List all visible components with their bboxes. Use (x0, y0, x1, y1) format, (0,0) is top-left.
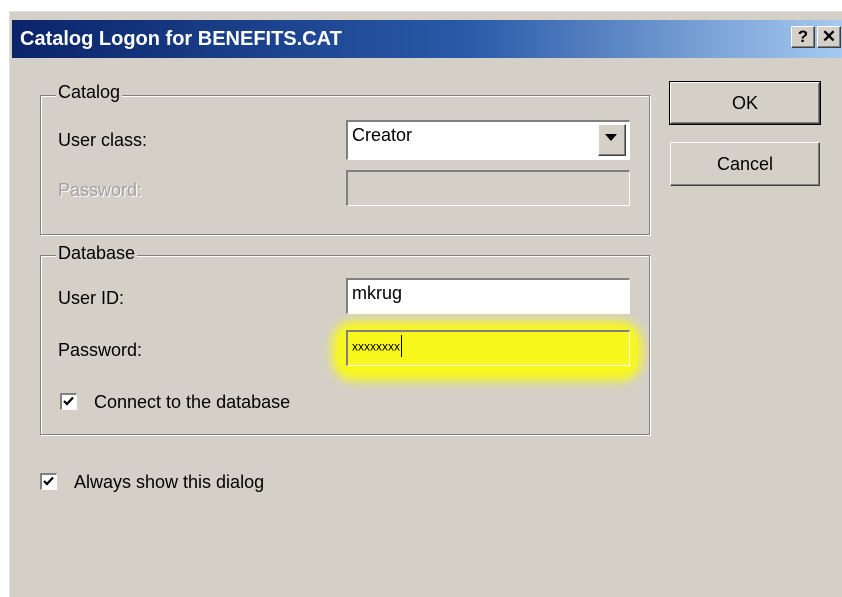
user-id-field[interactable]: mkrug (346, 278, 630, 314)
chevron-down-icon (605, 134, 617, 141)
database-legend: Database (56, 243, 138, 264)
always-show-label[interactable]: Always show this dialog (74, 472, 264, 493)
catalog-group (40, 95, 650, 235)
catalog-password-label: Password: (58, 180, 143, 200)
always-show-checkbox[interactable] (40, 473, 57, 490)
catalog-legend: Catalog (56, 82, 123, 103)
text-caret (401, 335, 402, 358)
connect-label[interactable]: Connect to the database (94, 392, 290, 413)
user-class-select[interactable]: Creator (346, 120, 630, 160)
user-id-label: User ID: (58, 288, 125, 308)
user-class-dropdown-button[interactable] (598, 124, 626, 156)
help-button[interactable]: ? (791, 26, 815, 48)
database-password-field[interactable]: xxxxxxxx (346, 330, 630, 366)
connect-checkbox[interactable] (60, 393, 77, 410)
close-button[interactable]: ✕ (817, 26, 841, 48)
ok-button[interactable]: OK (669, 81, 821, 125)
database-password-label: Password: (58, 340, 143, 360)
close-icon: ✕ (821, 27, 837, 46)
cancel-button[interactable]: Cancel (670, 142, 820, 186)
check-icon (63, 396, 74, 406)
user-class-label: User class: (58, 130, 148, 150)
window-title: Catalog Logon for BENEFITS.CAT (20, 28, 342, 50)
password-mask: xxxxxxxx (352, 339, 400, 354)
catalog-password-field (346, 170, 630, 206)
check-icon (43, 476, 54, 486)
